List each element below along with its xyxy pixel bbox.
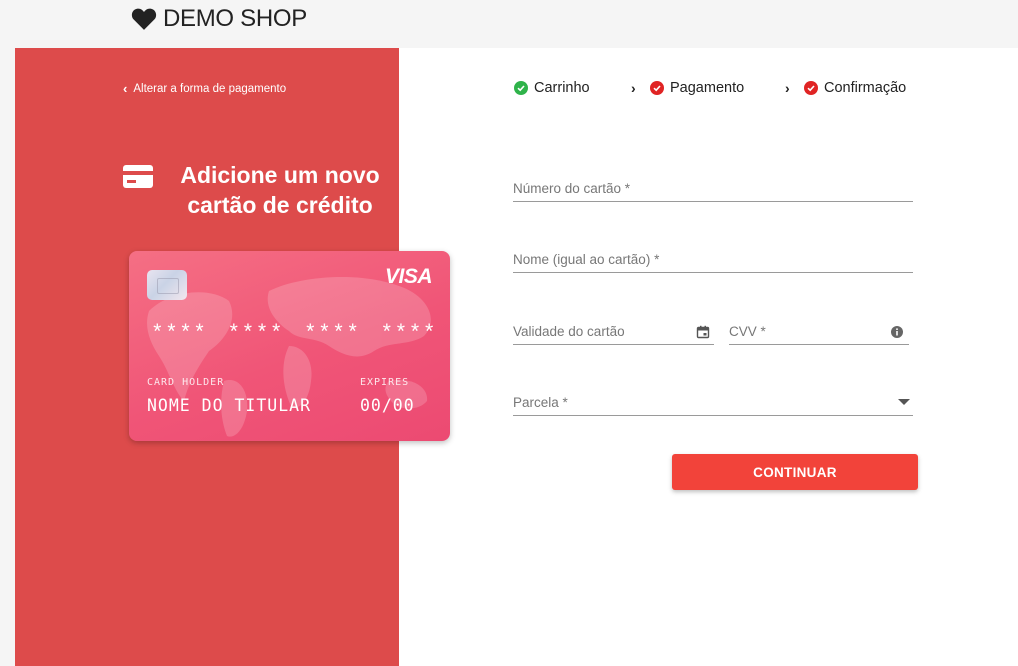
chevron-right-icon: › (785, 80, 790, 96)
info-icon[interactable] (890, 325, 904, 339)
form-area (399, 48, 1018, 666)
expiry-placeholder: Validade do cartão (513, 324, 625, 339)
check-circle-icon (650, 81, 664, 95)
checkout-stepper: Carrinho › Pagamento › Confirmação (0, 80, 1018, 100)
installments-placeholder: Parcela * (513, 395, 568, 410)
card-holder-label: CARD HOLDER (147, 377, 225, 388)
card-holder-value: NOME DO TITULAR (147, 396, 312, 415)
step-label: Confirmação (824, 80, 907, 96)
card-chip (147, 270, 187, 300)
card-name-placeholder: Nome (igual ao cartão) * (513, 252, 660, 267)
visa-logo: VISA (384, 265, 433, 288)
installments-select[interactable]: Parcela * (513, 393, 913, 416)
card-number-field[interactable]: Número do cartão * (513, 179, 913, 202)
credit-card-preview: VISA **** **** **** **** CARD HOLDER NOM… (129, 251, 450, 441)
card-number-mask: **** **** **** **** (151, 323, 437, 346)
step-confirmacao[interactable]: Confirmação (804, 80, 906, 96)
card-name-field[interactable]: Nome (igual ao cartão) * (513, 250, 913, 273)
continue-button[interactable]: CONTINUAR (672, 454, 918, 490)
logo-text: DEMO SHOP (163, 5, 307, 32)
credit-card-icon (123, 165, 153, 188)
expires-label: EXPIRES (360, 377, 410, 388)
step-pagamento[interactable]: Pagamento (650, 80, 744, 96)
shop-logo[interactable]: DEMO SHOP (131, 5, 307, 33)
check-circle-icon (514, 81, 528, 95)
chevron-right-icon: › (631, 80, 636, 96)
check-circle-icon (804, 81, 818, 95)
dropdown-arrow-icon (898, 399, 910, 405)
card-number-placeholder: Número do cartão * (513, 181, 631, 196)
calendar-icon[interactable] (696, 325, 710, 339)
step-carrinho[interactable]: Carrinho (514, 80, 590, 96)
cvv-field[interactable]: CVV * (729, 322, 909, 345)
add-card-title: Adicione um novo cartão de crédito (180, 162, 380, 218)
step-label: Pagamento (670, 80, 745, 96)
cvv-placeholder: CVV * (729, 324, 766, 339)
expiry-date-field[interactable]: Validade do cartão (513, 322, 714, 345)
heart-icon (131, 8, 157, 30)
top-bar: DEMO SHOP (0, 0, 1018, 48)
expires-value: 00/00 (360, 396, 415, 415)
step-label: Carrinho (534, 80, 590, 96)
